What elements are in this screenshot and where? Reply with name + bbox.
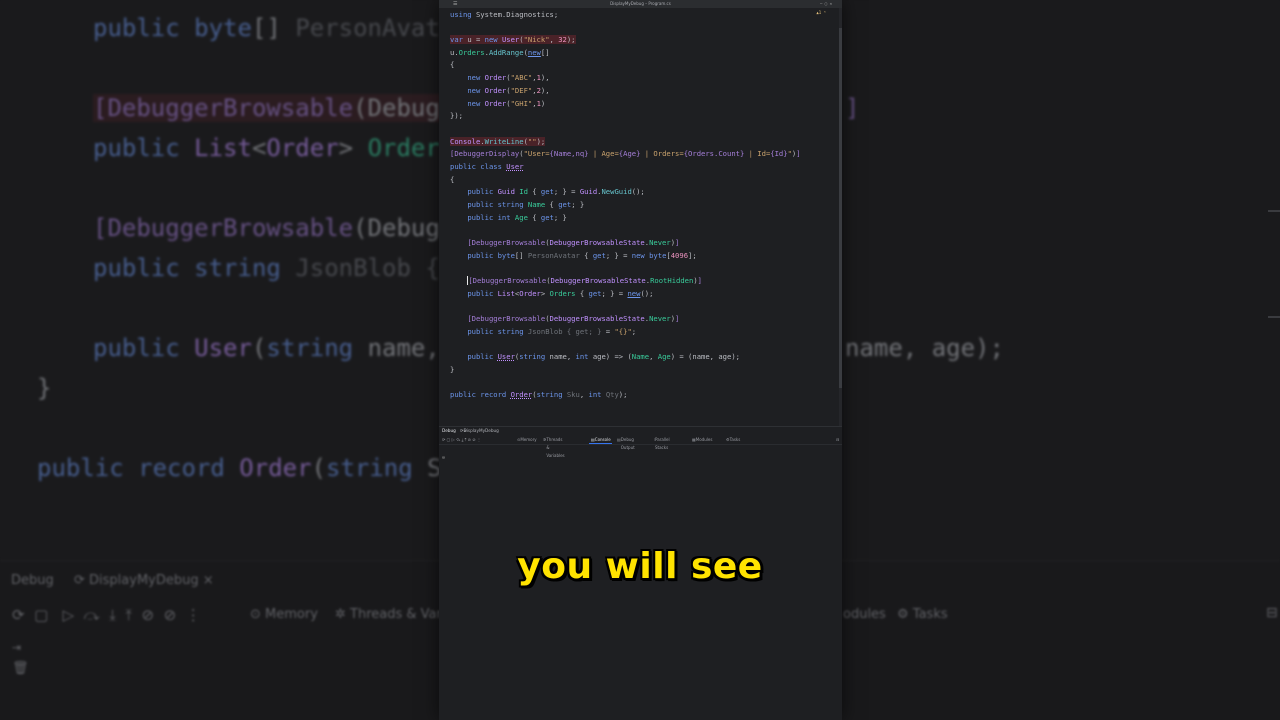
bg-threads: ✲ Threads & Varia [335, 607, 454, 622]
title-bar: DisplayMyDebug – Program.cs ☰ — ▢ ✕ [439, 0, 842, 8]
bg-trash-icon: 🗑 [12, 661, 29, 676]
code-line-9: }); [450, 111, 463, 120]
panel-layout-icon[interactable]: ⊟ [836, 436, 839, 444]
ide-window: DisplayMyDebug – Program.cs ☰ — ▢ ✕ usin… [439, 0, 842, 720]
tab-debug-output[interactable]: ▤ Debug Output [617, 436, 635, 450]
debug-toolbar: ⟳ ▢ ▷ ⤼ ⤓ ⤒ ⊘ ⊘ ⋮ ⊙ Memory ✲ Threads & V… [439, 436, 842, 458]
code-editor[interactable]: using System.Diagnostics; var u = new Us… [439, 8, 842, 426]
tab-parallel-stacks[interactable]: ⫶ Parallel Stacks [654, 436, 670, 450]
code-line-20: public byte[] PersonAvatar { get; } = ne… [467, 251, 697, 260]
bg-panel-icon: ⊟ [1266, 605, 1278, 621]
debug-action-icons[interactable]: ⟳ ▢ ▷ ⤼ ⤓ ⤒ ⊘ ⊘ ⋮ [442, 436, 481, 444]
code-line-14: { [450, 175, 455, 184]
editor-scrollbar[interactable] [839, 8, 842, 426]
code-line-28: public User(string name, int age) => (Na… [467, 352, 740, 361]
tab-config[interactable]: ⟳ DisplayMyDebug × [460, 427, 499, 434]
video-caption: you will see [517, 546, 763, 587]
tab-tasks[interactable]: ⚙ Tasks [726, 436, 740, 444]
code-line-8: new Order("GHI",1) [467, 99, 546, 108]
bg-line-ctor: public User(string name, [93, 334, 440, 362]
code-line-23: public List<Order> Orders { get; } = new… [467, 289, 654, 298]
code-line-3: var u = new User("Nick", 32); [450, 35, 576, 44]
editor-scroll-thumb[interactable] [839, 28, 842, 388]
code-line-31: public record Order(string Sku, int Qty)… [450, 390, 628, 399]
code-line-13: public class User [450, 162, 524, 171]
bg-toolbar-icons: ⟳ ▢ ▷ ⤼ ⤓ ⤒ ⊘ ⊘ ⋮ [12, 606, 201, 624]
window-control-icons[interactable]: — ▢ ✕ [820, 0, 832, 8]
code-line-25: [DebuggerBrowsable(DebuggerBrowsableStat… [467, 314, 680, 323]
code-line-7: new Order("DEF",2), [467, 86, 550, 95]
code-line-5: { [450, 60, 455, 69]
console-tab-underline [589, 443, 612, 444]
bg-line-browsable-1: [DebuggerBrowsable(Debug [93, 94, 440, 122]
bg-line-bracket: ] [845, 94, 860, 122]
code-line-12: [DebuggerDisplay("User={Name,nq} | Age={… [450, 149, 801, 158]
bg-side-icons: ⇥ [12, 641, 22, 654]
bg-line-record: public record Order(string S [37, 454, 442, 482]
code-line-6: new Order("ABC",1), [467, 73, 550, 82]
code-line-17: public int Age { get; } [467, 213, 567, 222]
tab-debug[interactable]: Debug [442, 427, 456, 434]
bg-tasks: ⚙ Tasks [897, 607, 948, 622]
code-line-16: public string Name { get; } [467, 200, 585, 209]
bg-line-jsonblob: public string JsonBlob { [93, 254, 440, 282]
code-line-22: [DebuggerBrowsable(DebuggerBrowsableStat… [467, 276, 702, 285]
code-line-15: public Guid Id { get; } = Guid.NewGuid()… [467, 187, 645, 196]
bg-line-browsable-2: [DebuggerBrowsable(Debug [93, 214, 440, 242]
code-line-19: [DebuggerBrowsable(DebuggerBrowsableStat… [467, 238, 680, 247]
window-title: DisplayMyDebug – Program.cs [610, 1, 671, 6]
bg-modules: odules [843, 607, 886, 622]
bg-line-brace: } [37, 374, 52, 402]
bg-memory: ⊙ Memory [250, 607, 318, 622]
tab-memory[interactable]: ⊙ Memory [517, 436, 537, 444]
code-line-1: using System.Diagnostics; [450, 10, 559, 19]
code-line-29: } [450, 365, 455, 374]
bg-line-person-avatar: public byte[] PersonAvata [93, 14, 455, 42]
warning-indicator-icon[interactable]: ▲1 ⌃ [816, 10, 826, 15]
hamburger-icon[interactable]: ☰ [453, 0, 457, 8]
code-line-26: public string JsonBlob { get; } = "{}"; [467, 327, 637, 336]
tab-modules[interactable]: ▦ Modules [692, 436, 712, 444]
bg-line-ctor-tail: name, age); [845, 334, 1004, 362]
bg-right-marker [1268, 210, 1280, 212]
bg-line-orders: public List<Order> Orders [93, 134, 455, 162]
debug-tab-strip: Debug ⟳ DisplayMyDebug × [439, 427, 842, 434]
code-line-4: u.Orders.AddRange(new[] [450, 48, 550, 57]
tab-threads-variables[interactable]: ✲ Threads & Variables [543, 436, 565, 458]
console-scroll-icon[interactable]: ⊜ [442, 455, 445, 461]
code-line-11: Console.WriteLine(""); [450, 137, 546, 146]
bg-right-marker-2 [1268, 316, 1280, 318]
